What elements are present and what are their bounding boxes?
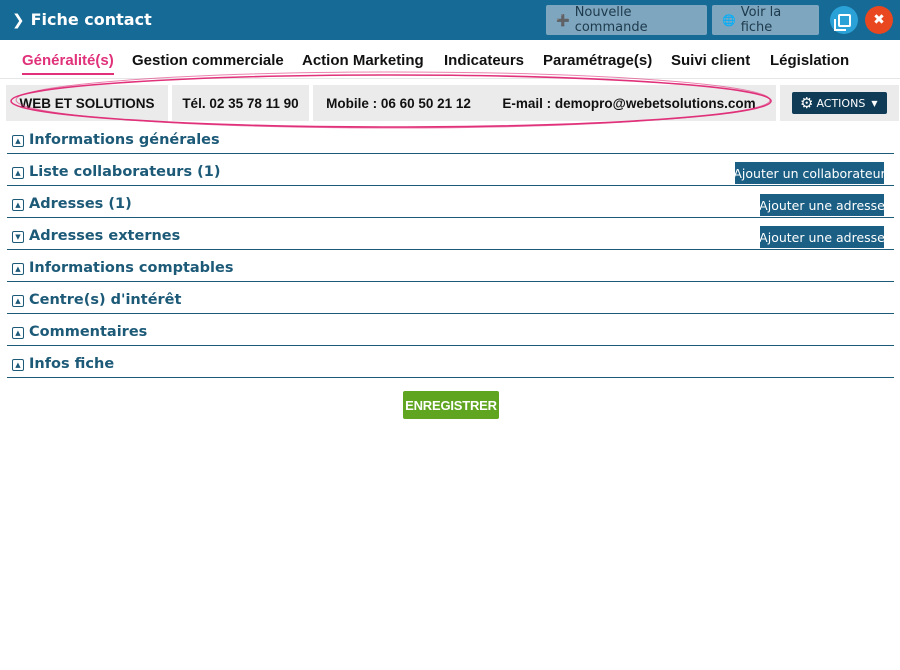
company-name: WEB ET SOLUTIONS — [6, 85, 168, 121]
phone-number: Tél. 02 35 78 11 90 — [172, 85, 309, 121]
close-window-button[interactable]: ✖ — [865, 6, 893, 34]
window-title-text: Fiche contact — [30, 10, 152, 29]
section-label[interactable]: Centre(s) d'intérêt — [29, 292, 181, 308]
section-label[interactable]: Adresses (1) — [29, 196, 132, 212]
plus-square-icon: ➕ — [556, 13, 570, 27]
caret-down-icon: ▼ — [871, 98, 878, 108]
section-label[interactable]: Commentaires — [29, 324, 147, 340]
section-infos-fiche[interactable]: ▲ Infos fiche — [7, 346, 894, 378]
section-label[interactable]: Adresses externes — [29, 228, 180, 244]
copy-icon — [833, 13, 851, 31]
expand-icon[interactable]: ▼ — [12, 231, 24, 243]
title-bar: ❯ Fiche contact ➕ Nouvelle commande 🌐 Vo… — [0, 0, 900, 40]
tab-suivi-client[interactable]: Suivi client — [671, 52, 750, 69]
section-liste-collaborateurs[interactable]: ▲ Liste collaborateurs (1) Ajouter un co… — [7, 154, 894, 186]
tab-gestion-commerciale[interactable]: Gestion commerciale — [132, 52, 284, 69]
actions-dropdown-button[interactable]: ⚙ ACTIONS ▼ — [792, 92, 887, 114]
section-label[interactable]: Informations générales — [29, 132, 220, 148]
add-external-address-button[interactable]: Ajouter une adresse — [759, 226, 885, 248]
collapse-icon[interactable]: ▲ — [12, 327, 24, 339]
close-icon: ✖ — [873, 12, 885, 28]
duplicate-window-button[interactable] — [830, 6, 858, 34]
section-informations-comptables[interactable]: ▲ Informations comptables — [7, 250, 894, 282]
collapse-icon[interactable]: ▲ — [12, 135, 24, 147]
section-label[interactable]: Informations comptables — [29, 260, 233, 276]
section-informations-generales[interactable]: ▲ Informations générales — [7, 122, 894, 154]
collapse-icon[interactable]: ▲ — [12, 167, 24, 179]
section-label[interactable]: Liste collaborateurs (1) — [29, 164, 220, 180]
collapse-icon[interactable]: ▲ — [12, 263, 24, 275]
tab-bar: Généralité(s) Gestion commerciale Action… — [0, 40, 900, 79]
section-adresses-externes[interactable]: ▼ Adresses externes Ajouter une adresse — [7, 218, 894, 250]
actions-label: ACTIONS — [816, 96, 866, 110]
window-title: ❯ Fiche contact — [12, 10, 152, 29]
collapse-icon[interactable]: ▲ — [12, 199, 24, 211]
new-order-button[interactable]: ➕ Nouvelle commande — [546, 5, 707, 35]
section-centres-interet[interactable]: ▲ Centre(s) d'intérêt — [7, 282, 894, 314]
tab-legislation[interactable]: Législation — [770, 52, 849, 69]
section-adresses[interactable]: ▲ Adresses (1) Ajouter une adresse — [7, 186, 894, 218]
save-button[interactable]: ENREGISTRER — [403, 391, 499, 419]
view-card-button[interactable]: 🌐 Voir la fiche — [712, 5, 819, 35]
section-commentaires[interactable]: ▲ Commentaires — [7, 314, 894, 346]
section-label[interactable]: Infos fiche — [29, 356, 114, 372]
add-collaborator-button[interactable]: Ajouter un collaborateur — [733, 162, 886, 184]
tab-action-marketing[interactable]: Action Marketing — [302, 52, 424, 69]
email-address: E-mail : demopro@webetsolutions.com — [482, 85, 776, 121]
gear-icon: ⚙ — [800, 94, 814, 112]
tab-parametrages[interactable]: Paramétrage(s) — [543, 52, 652, 69]
new-order-label: Nouvelle commande — [574, 5, 648, 35]
add-address-button[interactable]: Ajouter une adresse — [759, 194, 885, 216]
mobile-number: Mobile : 06 60 50 21 12 — [313, 85, 484, 121]
tab-generalites[interactable]: Généralité(s) — [22, 52, 114, 75]
tab-indicateurs[interactable]: Indicateurs — [444, 52, 524, 69]
chevron-right-icon: ❯ — [12, 10, 25, 29]
collapse-icon[interactable]: ▲ — [12, 359, 24, 371]
view-card-label: Voir la fiche — [740, 5, 782, 35]
globe-icon: 🌐 — [722, 13, 736, 27]
collapse-icon[interactable]: ▲ — [12, 295, 24, 307]
